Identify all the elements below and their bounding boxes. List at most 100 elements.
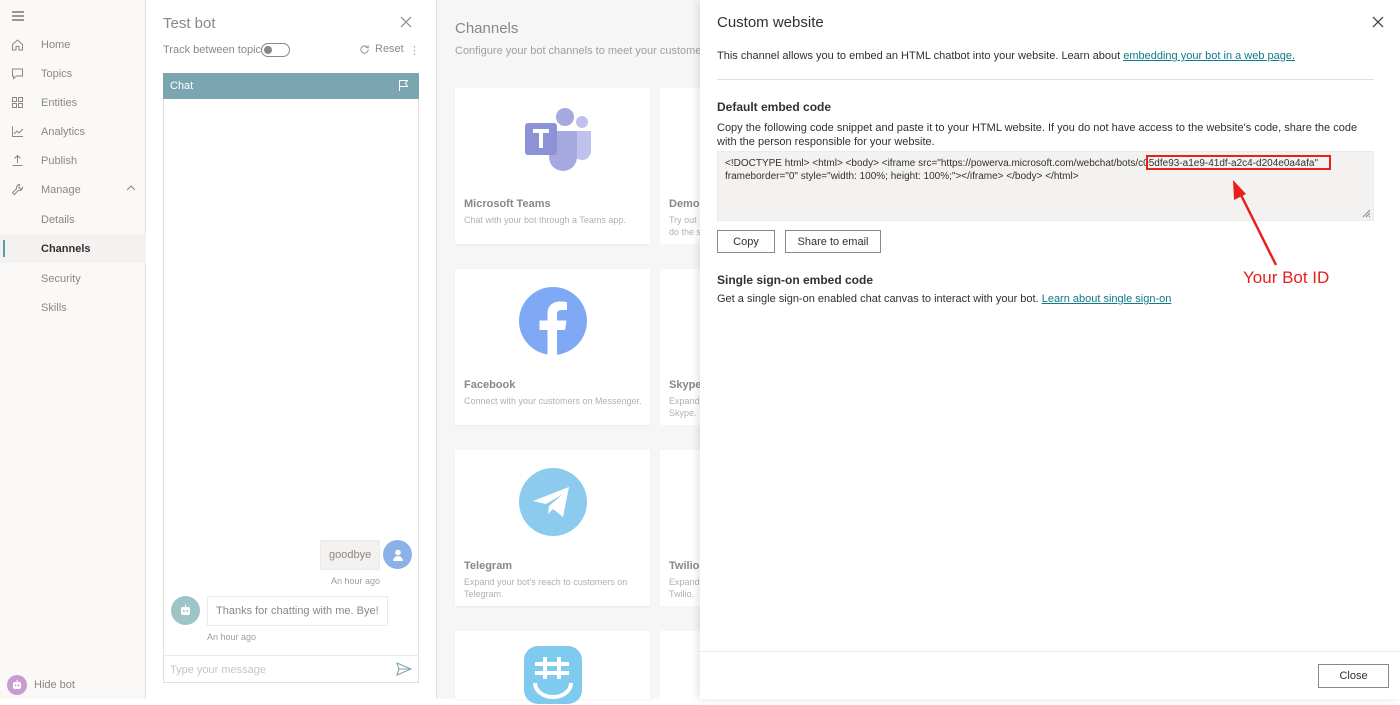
channel-name: Microsoft Teams (464, 198, 551, 210)
channel-name: Facebook (464, 379, 516, 391)
message-input[interactable]: Type your message (163, 655, 419, 683)
channel-name: Demo website (669, 198, 700, 210)
reset-label: Reset (375, 43, 404, 55)
user-avatar (383, 540, 412, 569)
sso-text: Get a single sign-on enabled chat canvas… (717, 293, 1042, 305)
message-input-placeholder: Type your message (170, 664, 266, 676)
refresh-icon (360, 44, 369, 54)
test-bot-panel: Test bot Track between topics Reset ⋮ Ch… (146, 0, 437, 699)
channel-name: Twilio (669, 560, 700, 572)
nav-item-channels[interactable]: Channels (0, 234, 146, 263)
more-options-icon[interactable]: ⋮ (409, 44, 420, 57)
copy-button[interactable]: Copy (717, 230, 775, 253)
hamburger-menu-icon[interactable] (11, 10, 25, 22)
track-between-topics-toggle[interactable] (261, 43, 290, 57)
nav-item-label: Analytics (41, 125, 86, 138)
custom-website-panel: Custom website This channel allows you t… (700, 0, 1400, 699)
user-message-timestamp: An hour ago (331, 576, 381, 586)
channel-card-groupme[interactable] (455, 631, 650, 704)
channel-card-more[interactable] (660, 631, 700, 699)
nav-item-label: Channels (41, 242, 91, 255)
bot-icon (181, 604, 190, 615)
nav-item-details[interactable]: Details (0, 205, 146, 234)
close-icon[interactable] (399, 15, 413, 29)
reset-button[interactable]: Reset (359, 43, 404, 55)
nav-item-label: Manage (41, 183, 81, 196)
nav-item-label: Security (41, 272, 81, 285)
channel-name: Skype (669, 379, 700, 391)
nav-item-topics[interactable]: Topics (0, 59, 146, 88)
nav-item-entities[interactable]: Entities (0, 88, 146, 117)
wrench-icon (11, 183, 24, 196)
page-title: Channels (455, 20, 519, 37)
bot-message-timestamp: An hour ago (207, 632, 257, 642)
telegram-logo-icon (455, 450, 650, 554)
channel-card-telegram[interactable]: Telegram Expand your bot's reach to cust… (455, 450, 650, 606)
channel-card-facebook[interactable]: Facebook Connect with your customers on … (455, 269, 650, 425)
bot-icon (7, 675, 27, 695)
nav-item-label: Topics (41, 67, 73, 80)
embed-instructions: Copy the following code snippet and past… (717, 122, 1358, 148)
channel-description: Expand your bot's reach to customers on … (464, 577, 628, 599)
panel-title: Custom website (717, 14, 824, 31)
nav-item-home[interactable]: Home (0, 30, 146, 59)
channel-card-teams[interactable]: Microsoft Teams Chat with your bot throu… (455, 88, 650, 244)
nav-item-publish[interactable]: Publish (0, 146, 146, 175)
share-to-email-button[interactable]: Share to email (785, 230, 881, 253)
hide-bot-button[interactable]: Hide bot (7, 675, 75, 695)
resize-handle-icon[interactable] (1362, 209, 1371, 218)
bot-id-highlight-box (1146, 155, 1331, 170)
test-bot-title: Test bot (163, 15, 216, 32)
channel-description: Chat with your bot through a Teams app. (464, 215, 626, 225)
chat-window (163, 73, 419, 683)
entities-icon (12, 97, 23, 108)
sso-link[interactable]: Learn about single sign-on (1042, 293, 1172, 305)
embed-code-heading: Default embed code (717, 100, 832, 114)
home-icon (12, 39, 23, 51)
track-between-topics-label: Track between topics (163, 44, 267, 56)
channel-description-line: Twilio. (669, 589, 695, 599)
channel-description-line: do the s (669, 227, 700, 237)
nav-item-analytics[interactable]: Analytics (0, 117, 146, 146)
nav-item-security[interactable]: Security (0, 264, 146, 293)
left-nav: Home Topics Entities Analytics Publish M… (0, 0, 146, 699)
panel-intro-text: This channel allows you to embed an HTML… (717, 50, 1124, 62)
chat-header: Chat (163, 73, 419, 99)
divider (717, 79, 1374, 80)
sso-description: Get a single sign-on enabled chat canvas… (717, 293, 1171, 305)
nav-item-label: Home (41, 38, 71, 51)
channel-card-twilio[interactable]: Twilio Expand Twilio. (660, 450, 700, 606)
flag-icon[interactable] (398, 79, 409, 92)
nav-item-label: Entities (41, 96, 78, 109)
chevron-up-icon[interactable] (126, 185, 136, 191)
close-icon[interactable] (1372, 16, 1384, 28)
nav-item-label: Skills (41, 301, 67, 314)
sso-heading: Single sign-on embed code (717, 273, 874, 287)
analytics-icon (12, 126, 24, 137)
channel-description-line: Expand (669, 396, 700, 406)
groupme-logo-icon (455, 631, 650, 704)
bot-avatar (171, 596, 200, 625)
facebook-logo-icon (455, 269, 650, 373)
panel-intro: This channel allows you to embed an HTML… (717, 50, 1295, 62)
nav-item-label: Publish (41, 154, 78, 167)
person-icon (392, 549, 403, 561)
channel-description: Try out do the s (669, 214, 700, 238)
nav-item-label: Details (41, 213, 75, 226)
teams-logo-icon (455, 88, 650, 192)
nav-item-manage[interactable]: Manage (0, 175, 146, 204)
user-message: goodbye (320, 540, 381, 570)
footer-divider (700, 651, 1400, 652)
close-button[interactable]: Close (1318, 664, 1389, 688)
channel-description: Expand Twilio. (669, 576, 700, 600)
nav-item-skills[interactable]: Skills (0, 293, 146, 322)
embedding-link[interactable]: embedding your bot in a web page. (1123, 50, 1295, 62)
channel-card-demo-website[interactable]: Demo website Try out do the s (660, 88, 700, 244)
chat-icon (12, 68, 23, 80)
code-prefix: <!DOCTYPE html> <html> <body> <iframe sr… (725, 158, 1139, 169)
channel-card-skype[interactable]: Skype Expand Skype. (660, 269, 700, 425)
publish-icon (12, 154, 23, 166)
channels-page: Channels Configure your bot channels to … (437, 0, 700, 704)
channel-description: Expand Skype. (669, 395, 700, 419)
send-icon[interactable] (396, 662, 412, 676)
